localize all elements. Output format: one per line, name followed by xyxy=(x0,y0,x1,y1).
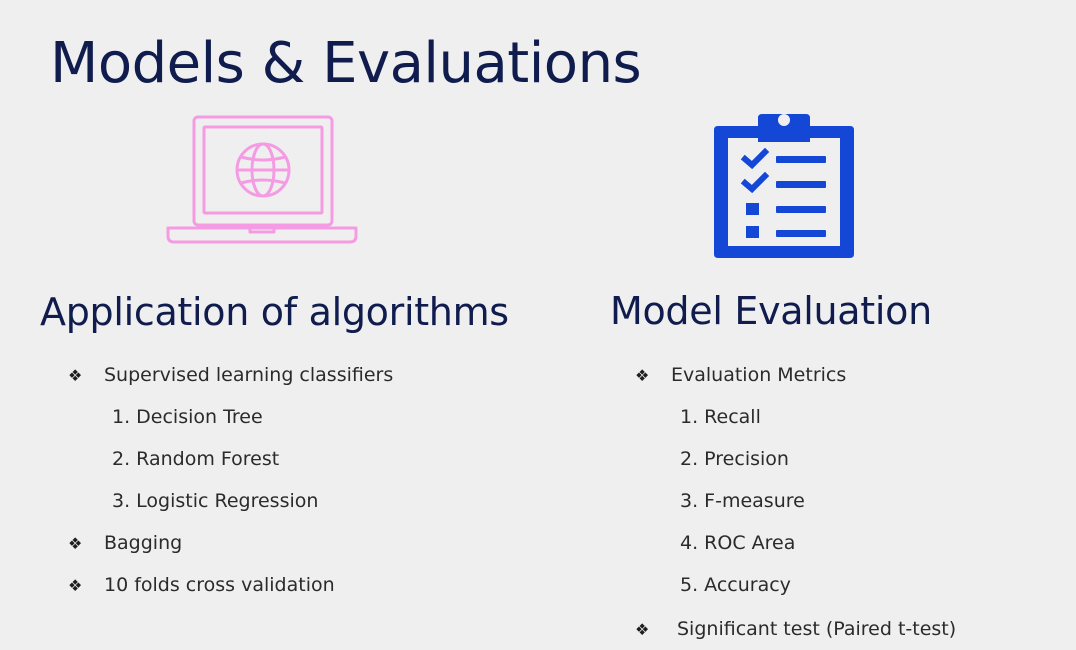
sub-list-item-text: 1. Recall xyxy=(680,406,761,428)
list-item: ❖ 10 folds cross validation xyxy=(68,572,335,598)
sub-list-item: 2. Precision xyxy=(680,446,789,472)
sub-list-item: 3. Logistic Regression xyxy=(112,488,318,514)
sub-list-item-text: 1. Decision Tree xyxy=(112,406,263,428)
sub-list-item: 5. Accuracy xyxy=(680,572,791,598)
list-item: ❖ Significant test (Paired t-test) xyxy=(635,616,956,642)
diamond-bullet-icon: ❖ xyxy=(68,366,83,385)
diamond-bullet-icon: ❖ xyxy=(68,534,83,553)
sub-list-item-text: 2. Precision xyxy=(680,448,789,470)
sub-list-item: 3. F-measure xyxy=(680,488,805,514)
list-item-text: 10 folds cross validation xyxy=(104,574,335,596)
list-item: ❖ Bagging xyxy=(68,530,182,556)
sub-list-item: 2. Random Forest xyxy=(112,446,279,472)
right-list: ❖ Evaluation Metrics 1. Recall 2. Precisi… xyxy=(635,362,1055,650)
sub-list-item: 1. Recall xyxy=(680,404,761,430)
sub-list-item: 1. Decision Tree xyxy=(112,404,263,430)
heading-application-of-algorithms: Application of algorithms xyxy=(40,290,509,334)
slide: Models & Evaluations Application of algo… xyxy=(0,0,1076,650)
sub-list-item-text: 4. ROC Area xyxy=(680,532,796,554)
diamond-bullet-icon: ❖ xyxy=(635,620,650,639)
diamond-bullet-icon: ❖ xyxy=(635,366,650,385)
list-item: ❖ Supervised learning classifiers xyxy=(68,362,393,388)
heading-model-evaluation: Model Evaluation xyxy=(610,289,932,333)
slide-title: Models & Evaluations xyxy=(50,31,642,96)
sub-list-item-text: 3. F-measure xyxy=(680,490,805,512)
list-item-text: Supervised learning classifiers xyxy=(104,364,394,386)
sub-list-item: 4. ROC Area xyxy=(680,530,795,556)
laptop-globe-icon xyxy=(164,115,360,247)
list-item: ❖ Evaluation Metrics xyxy=(635,362,846,388)
clipboard-checklist-icon xyxy=(712,112,856,260)
list-item-text: Significant test (Paired t-test) xyxy=(677,618,957,640)
sub-list-item-text: 3. Logistic Regression xyxy=(112,490,319,512)
list-item-text: Evaluation Metrics xyxy=(671,364,847,386)
diamond-bullet-icon: ❖ xyxy=(68,576,83,595)
left-list: ❖ Supervised learning classifiers 1. Deci… xyxy=(68,362,468,602)
sub-list-item-text: 5. Accuracy xyxy=(680,574,791,596)
sub-list-item-text: 2. Random Forest xyxy=(112,448,280,470)
list-item-text: Bagging xyxy=(104,532,183,554)
